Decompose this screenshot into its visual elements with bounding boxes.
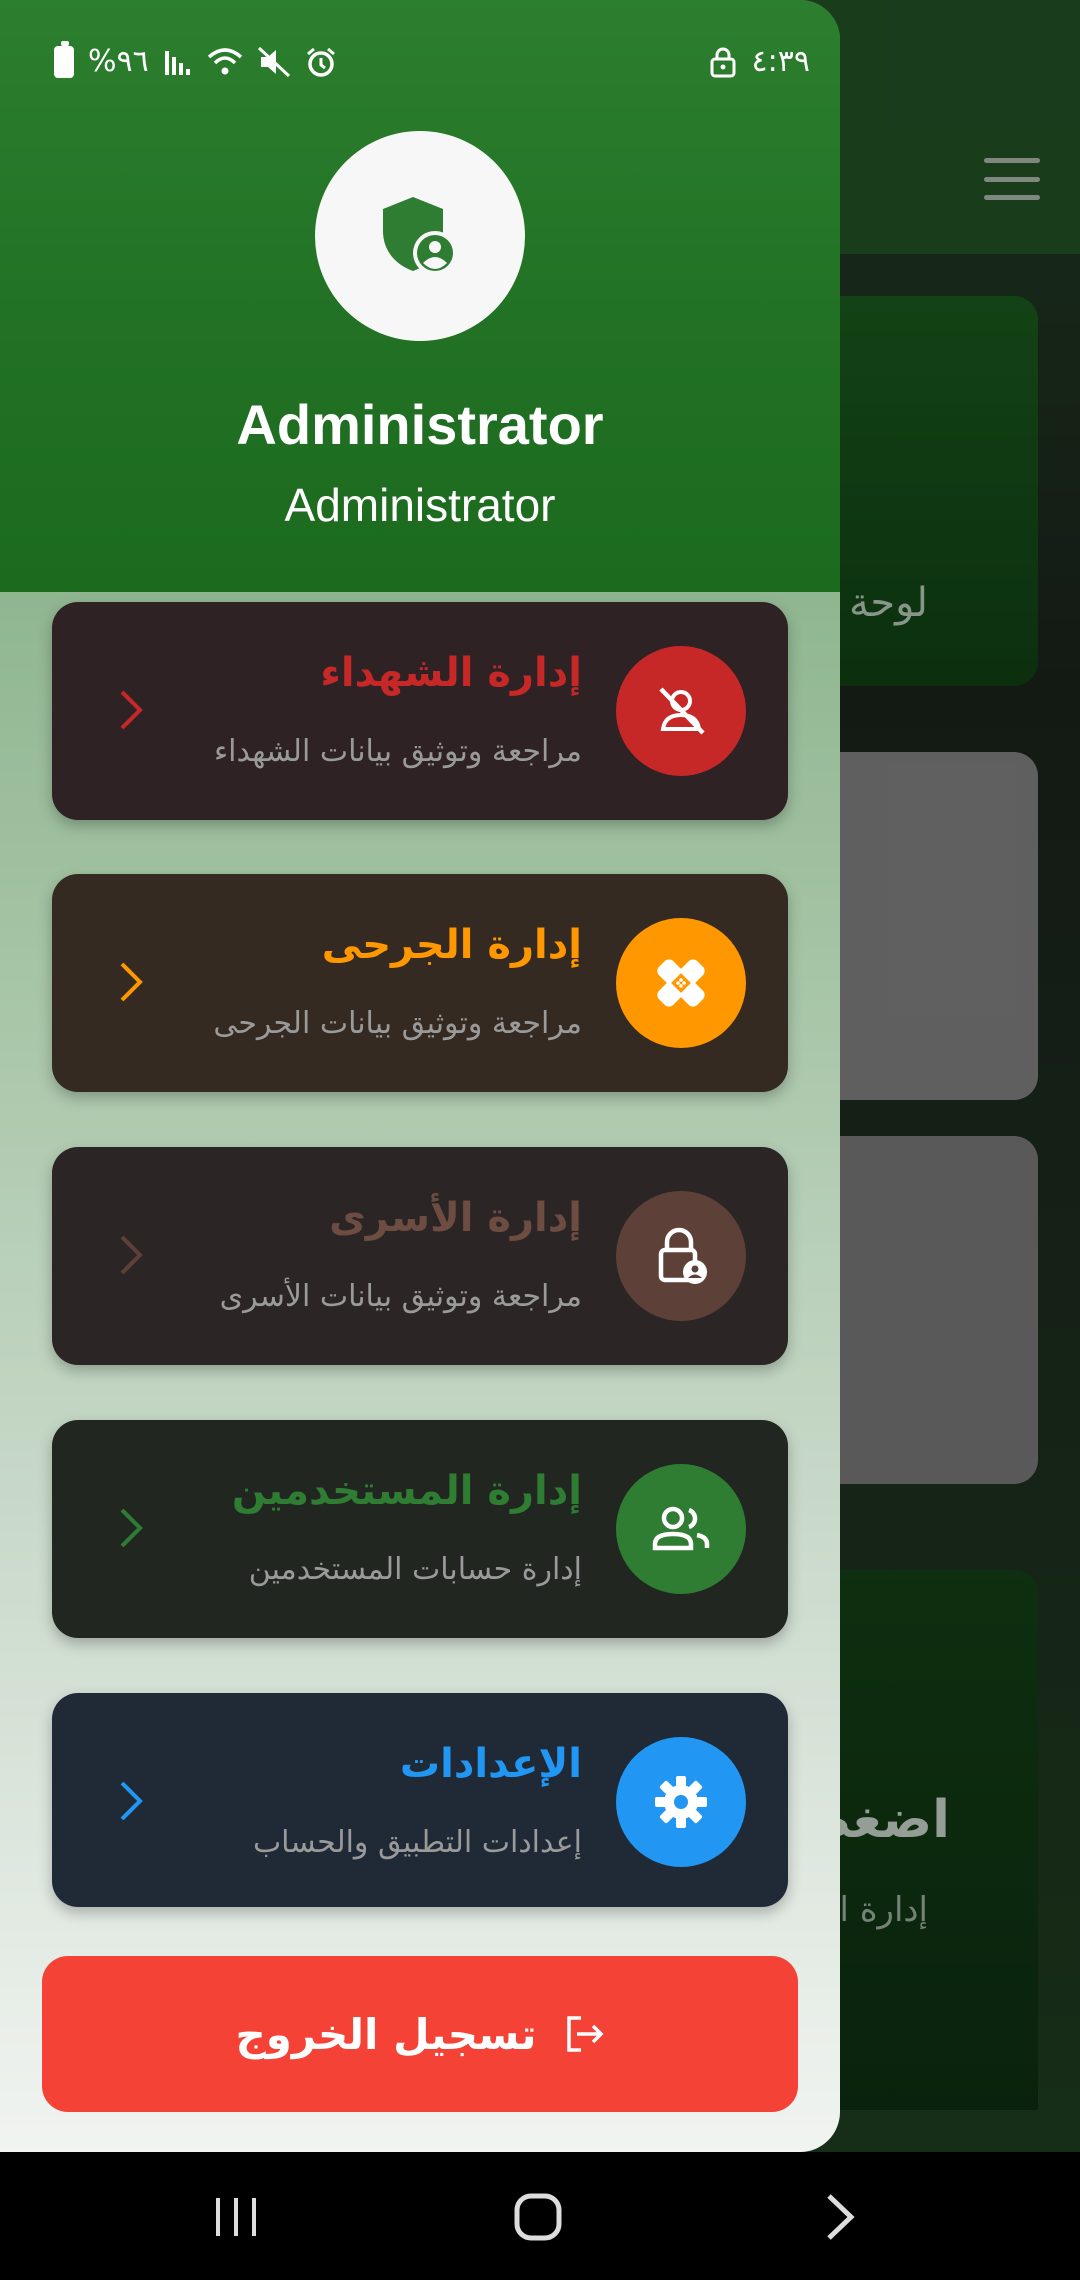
user-role: Administrator bbox=[284, 479, 556, 531]
avatar bbox=[315, 131, 525, 341]
menu-item-wounded[interactable]: إدارة الجرحى مراجعة وتوثيق بيانات الجرحى bbox=[52, 874, 788, 1092]
menu-item-icon-circle bbox=[616, 918, 746, 1048]
battery-icon bbox=[54, 40, 74, 78]
navigation-drawer: %٩٦ ٤:٣٩ Administrator Administrator إدا… bbox=[0, 0, 840, 2152]
logout-button[interactable]: تسجيل الخروج bbox=[42, 1956, 798, 2112]
chevron-right-icon bbox=[120, 690, 143, 730]
lock-person-icon bbox=[658, 1227, 707, 1284]
admin-shield-icon bbox=[383, 197, 457, 275]
menu-item-title: إدارة الجرحى bbox=[321, 922, 582, 968]
chevron-right-icon bbox=[120, 1508, 143, 1548]
bandage-icon bbox=[657, 959, 705, 1007]
user-name: Administrator bbox=[236, 393, 604, 456]
alarm-icon bbox=[306, 47, 335, 77]
status-bar: %٩٦ ٤:٣٩ bbox=[0, 40, 840, 88]
menu-item-title: إدارة المستخدمين bbox=[231, 1468, 582, 1514]
back-icon bbox=[827, 2194, 855, 2240]
menu-item-subtitle: مراجعة وتوثيق بيانات الجرحى bbox=[213, 1006, 582, 1041]
recent-apps-button[interactable] bbox=[196, 2182, 276, 2252]
mute-icon bbox=[257, 46, 290, 77]
menu-item-title: إدارة الشهداء bbox=[320, 650, 582, 696]
menu-item-subtitle: إدارة حسابات المستخدمين bbox=[248, 1552, 582, 1587]
people-icon bbox=[652, 1506, 710, 1551]
clock: ٤:٣٩ bbox=[751, 44, 810, 79]
logout-label: تسجيل الخروج bbox=[235, 2009, 537, 2059]
gear-icon bbox=[655, 1776, 707, 1828]
person-off-icon bbox=[659, 687, 705, 735]
menu-item-title: إدارة الأسرى bbox=[329, 1195, 582, 1241]
logout-icon bbox=[566, 2016, 603, 2052]
menu-item-settings[interactable]: الإعدادات إعدادات التطبيق والحساب bbox=[52, 1693, 788, 1907]
menu-item-icon-circle bbox=[616, 1737, 746, 1867]
recent-apps-icon bbox=[216, 2198, 256, 2236]
menu-item-prisoners[interactable]: إدارة الأسرى مراجعة وتوثيق بيانات الأسرى bbox=[52, 1147, 788, 1365]
menu-item-martyrs[interactable]: إدارة الشهداء مراجعة وتوثيق بيانات الشهد… bbox=[52, 602, 788, 820]
menu-item-subtitle: مراجعة وتوثيق بيانات الأسرى bbox=[219, 1279, 582, 1314]
menu-item-subtitle: مراجعة وتوثيق بيانات الشهداء bbox=[214, 734, 582, 769]
wifi-icon bbox=[207, 47, 242, 74]
chevron-right-icon bbox=[120, 962, 143, 1002]
chevron-right-icon bbox=[120, 1781, 143, 1821]
menu-item-icon-circle bbox=[616, 1191, 746, 1321]
menu-item-title: الإعدادات bbox=[399, 1741, 582, 1787]
drawer-header: %٩٦ ٤:٣٩ Administrator Administrator bbox=[0, 0, 840, 592]
lock-icon bbox=[710, 47, 736, 77]
home-button[interactable] bbox=[498, 2182, 578, 2252]
signal-icon bbox=[164, 50, 190, 75]
chevron-right-icon bbox=[120, 1235, 143, 1275]
home-icon bbox=[514, 2193, 562, 2241]
system-nav-bar bbox=[0, 2152, 1080, 2280]
menu-item-icon-circle bbox=[616, 646, 746, 776]
back-button[interactable] bbox=[800, 2182, 880, 2252]
menu-item-users[interactable]: إدارة المستخدمين إدارة حسابات المستخدمين bbox=[52, 1420, 788, 1638]
menu-item-subtitle: إعدادات التطبيق والحساب bbox=[252, 1825, 582, 1860]
menu-item-icon-circle bbox=[616, 1464, 746, 1594]
battery-percent: %٩٦ bbox=[88, 44, 149, 79]
